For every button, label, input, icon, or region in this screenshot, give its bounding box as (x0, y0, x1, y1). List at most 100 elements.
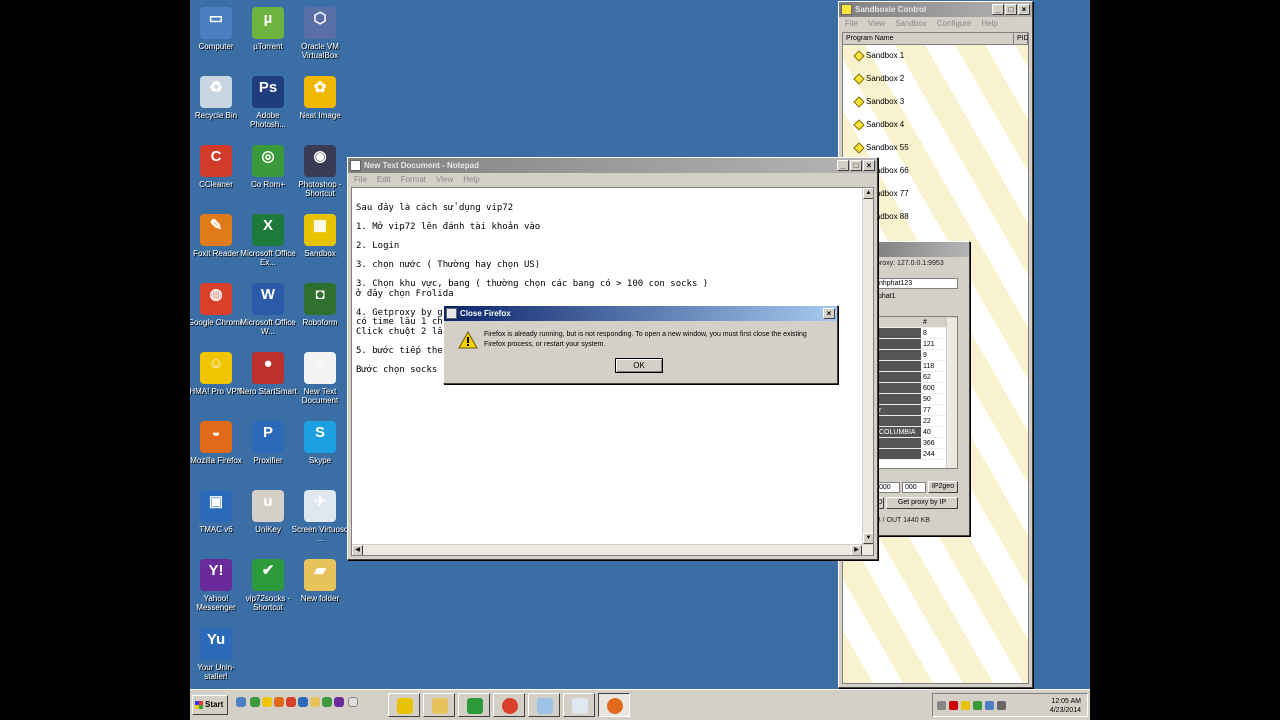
sandbox-item[interactable]: Sandbox 55 (853, 141, 909, 154)
menu-sandbox[interactable]: Sandbox (895, 17, 927, 31)
notepad-titlebar[interactable]: New Text Document - Notepad _ □ × (348, 158, 877, 173)
column-program-name[interactable]: Program Name (843, 33, 1014, 44)
desktop-icon[interactable]: ▰ New folder (291, 556, 349, 603)
tray-icon-1[interactable] (949, 701, 958, 710)
desktop-icon[interactable]: ◒ Mozilla Firefox (190, 418, 245, 465)
username-field[interactable]: nhphat123 (876, 278, 958, 289)
maximize-button[interactable]: □ (1005, 4, 1017, 15)
menu-view[interactable]: View (868, 17, 885, 31)
column-pid[interactable]: PID (1014, 33, 1028, 44)
quicklaunch-icon-5[interactable] (298, 697, 308, 707)
show-desktop-icon[interactable] (236, 697, 246, 707)
taskbar-chrome[interactable] (493, 693, 525, 717)
close-button[interactable]: × (1018, 4, 1030, 15)
start-button[interactable]: Start (192, 695, 228, 715)
desktop-icon[interactable]: S Skype (291, 418, 349, 465)
sandbox-item[interactable]: Sandbox 2 (853, 72, 904, 85)
desktop-icon[interactable]: ▣ TMAC v6 (190, 487, 245, 534)
table-row[interactable]: 90 (877, 394, 957, 405)
desktop-icon[interactable]: ≡ New Text Document (291, 349, 349, 405)
table-row[interactable]: 244 (877, 449, 957, 460)
desktop-icon[interactable]: ◎ Co Rom+ (239, 142, 297, 189)
desktop-icon[interactable]: ▦ Sandbox (291, 211, 349, 258)
close-button[interactable]: × (823, 308, 835, 319)
table-row[interactable]: 8 (877, 328, 957, 339)
quicklaunch-icon-1[interactable] (250, 697, 260, 707)
scroll-down-button[interactable]: ▼ (863, 533, 873, 544)
desktop-icon[interactable]: P Proxifier (239, 418, 297, 465)
desktop-icon[interactable]: ✔ vip72socks - Shortcut (239, 556, 297, 612)
taskbar-screen-virtuoso[interactable] (563, 693, 595, 717)
menu-file[interactable]: File (845, 17, 858, 31)
desktop-icon[interactable]: ✿ Neat Image (291, 73, 349, 120)
quicklaunch-icon-7[interactable] (322, 697, 332, 707)
sandbox-item[interactable]: Sandbox 4 (853, 118, 904, 131)
state-table-scrollbar[interactable] (946, 318, 957, 468)
taskbar-notepad[interactable] (528, 693, 560, 717)
tray-icon-3[interactable] (973, 701, 982, 710)
menu-format[interactable]: Format (401, 173, 426, 187)
taskbar-vip72[interactable] (458, 693, 490, 717)
tray-network-icon[interactable] (985, 701, 994, 710)
vip72-titlebar[interactable] (873, 242, 969, 257)
password-field[interactable]: phat1 (876, 292, 958, 303)
scroll-left-button[interactable]: ◀ (352, 545, 363, 555)
quicklaunch-icon-4[interactable] (286, 697, 296, 707)
column-count[interactable]: # (921, 317, 947, 327)
quicklaunch-icon-6[interactable] (310, 697, 320, 707)
desktop-icon[interactable]: X Microsoft Office Ex... (239, 211, 297, 267)
menu-configure[interactable]: Configure (937, 17, 972, 31)
table-row[interactable]: 62 (877, 372, 957, 383)
desktop-icon[interactable]: u UniKey (239, 487, 297, 534)
desktop-icon[interactable]: ✈ Screen Virtuoso ... (291, 487, 349, 543)
tray-sandboxie-icon[interactable] (961, 701, 970, 710)
scroll-up-button[interactable]: ▲ (863, 188, 873, 199)
desktop-icon[interactable]: ♻ Recycle Bin (190, 73, 245, 120)
tray-volume-icon[interactable] (997, 701, 1006, 710)
desktop-icon[interactable]: Y! Yahoo! Messenger (190, 556, 245, 612)
quicklaunch-icon-3[interactable] (274, 697, 284, 707)
desktop-icon[interactable]: ◘ Roboform (291, 280, 349, 327)
desktop-icon[interactable]: ☺ HMA! Pro VPN (190, 349, 245, 396)
ok-button[interactable]: OK (615, 358, 663, 373)
desktop-icon[interactable]: ⬡ Oracle VM VirtualBox (291, 4, 349, 60)
horizontal-scrollbar[interactable]: ◀ ▶ (352, 544, 873, 555)
minimize-button[interactable]: _ (837, 160, 849, 171)
ip-part-field[interactable]: 000 (876, 482, 900, 493)
minimize-button[interactable]: _ (992, 4, 1004, 15)
get-proxy-by-ip-button[interactable]: Get proxy by IP (886, 497, 958, 509)
table-row[interactable]: COLUMBIA 40 (877, 427, 957, 438)
clock[interactable]: 12:05 AM 4/23/2014 (1050, 697, 1081, 715)
dialog-titlebar[interactable]: Close Firefox × (444, 306, 837, 321)
quicklaunch-icon-8[interactable] (334, 697, 344, 707)
sandbox-item[interactable]: Sandbox 3 (853, 95, 904, 108)
desktop-icon[interactable]: Ps Adobe Photosh... (239, 73, 297, 129)
menu-help[interactable]: Help (981, 17, 997, 31)
ip2geo-button[interactable]: IP2geo (928, 481, 958, 493)
taskbar-explorer[interactable] (423, 693, 455, 717)
table-row[interactable]: 600 (877, 383, 957, 394)
table-row[interactable]: 118 (877, 361, 957, 372)
vertical-scrollbar[interactable]: ▲ ▼ (862, 188, 873, 544)
desktop-icon[interactable]: W Microsoft Office W... (239, 280, 297, 336)
desktop-icon[interactable]: ▭ Computer (190, 4, 245, 51)
taskbar-firefox[interactable] (598, 693, 630, 717)
sandbox-item[interactable]: Sandbox 1 (853, 49, 904, 62)
desktop-icon[interactable]: ● Nero StartSmart (239, 349, 297, 396)
desktop-icon[interactable]: ◍ Google Chrome (190, 280, 245, 327)
menu-file[interactable]: File (354, 173, 367, 187)
desktop-icon[interactable]: ◉ Photoshop - Shortcut (291, 142, 349, 198)
taskbar-sandboxie[interactable] (388, 693, 420, 717)
menu-edit[interactable]: Edit (377, 173, 391, 187)
desktop-icon[interactable]: Yu Your Unin-staller! (190, 625, 245, 681)
table-row[interactable]: r 77 (877, 405, 957, 416)
scroll-right-button[interactable]: ▶ (851, 545, 862, 555)
menu-view[interactable]: View (436, 173, 453, 187)
table-row[interactable]: 9 (877, 350, 957, 361)
ip-part-field-2[interactable]: 000 (902, 482, 926, 493)
desktop-icon[interactable]: C CCleaner (190, 142, 245, 189)
table-row[interactable]: 121 (877, 339, 957, 350)
vip72-window[interactable]: proxy: 127.0.0.1:9953 nhphat123 phat1 # … (872, 241, 970, 536)
desktop-icon[interactable]: ✎ Foxit Reader (190, 211, 245, 258)
menu-help[interactable]: Help (463, 173, 479, 187)
